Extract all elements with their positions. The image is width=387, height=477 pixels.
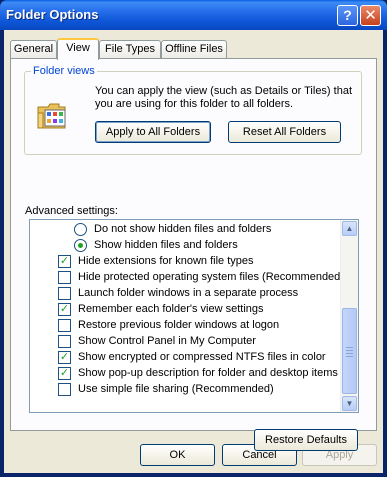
help-button[interactable]: ? [337,5,358,26]
checkbox[interactable] [58,271,71,284]
window-title: Folder Options [6,7,99,22]
chevron-up-icon: ▲ [345,224,354,233]
grip-line [346,353,353,354]
scroll-down-button[interactable]: ▼ [342,396,357,411]
checkbox-checked[interactable]: ✓ [58,303,71,316]
folder-views-icon [37,100,69,130]
tab-file-types[interactable]: File Types [99,40,161,58]
grip-line [346,350,353,351]
tab-file-types-label: File Types [105,43,155,55]
view-tab-page: Folder views You can apply the view (suc… [10,58,377,451]
list-item-label: Hide extensions for known file types [78,255,254,267]
radio-button[interactable] [74,223,87,236]
list-item-label: Remember each folder's view settings [78,303,264,315]
folder-options-window: Folder Options ? ✕ General View File Typ… [0,0,387,477]
grip-line [346,347,353,348]
radio-button-selected[interactable] [74,239,87,252]
grip-line [346,356,353,357]
scrollbar-thumb[interactable] [342,308,357,394]
tab-general-label: General [13,43,54,55]
radio-dot-icon [78,243,83,248]
question-mark-icon: ? [343,7,352,23]
scroll-up-button[interactable]: ▲ [342,221,357,236]
close-button[interactable]: ✕ [360,5,381,26]
list-item-label: Show pop-up description for folder and d… [78,367,338,379]
folder-views-description: You can apply the view (such as Details … [95,85,353,110]
ok-button[interactable]: OK [140,444,215,466]
advanced-settings-label: Advanced settings: [25,205,118,217]
title-bar[interactable]: Folder Options ? ✕ [0,0,387,30]
tab-view[interactable]: View [57,38,99,60]
tab-offline-files[interactable]: Offline Files [161,40,227,58]
vertical-scrollbar[interactable]: ▲ ▼ [340,220,358,412]
reset-all-folders-button[interactable]: Reset All Folders [228,121,341,143]
apply-to-all-folders-button[interactable]: Apply to All Folders [95,121,211,143]
folder-views-legend: Folder views [31,65,97,77]
checkbox-checked[interactable]: ✓ [58,367,71,380]
checkbox[interactable] [58,383,71,396]
list-item-label: Do not show hidden files and folders [94,223,272,235]
list-item-label: Restore previous folder windows at logon [78,319,280,331]
list-item-label: Use simple file sharing (Recommended) [78,383,274,395]
checkbox[interactable] [58,335,71,348]
list-item-label: Show encrypted or compressed NTFS files … [78,351,326,363]
list-item-label: Hide protected operating system files (R… [78,271,344,283]
list-item-label: Launch folder windows in a separate proc… [78,287,299,299]
list-item-label: Show hidden files and folders [94,239,238,251]
tab-view-label: View [66,42,90,54]
checkbox[interactable] [58,319,71,332]
checkbox[interactable] [58,287,71,300]
chevron-down-icon: ▼ [345,399,354,408]
tab-general[interactable]: General [10,40,57,58]
folder-views-group: Folder views You can apply the view (suc… [24,65,362,155]
close-icon: ✕ [364,7,377,24]
restore-defaults-button[interactable]: Restore Defaults [254,429,358,451]
tab-offline-files-label: Offline Files [165,43,223,55]
advanced-settings-list[interactable]: Do not show hidden files and folders Sho… [29,219,359,413]
checkbox-checked[interactable]: ✓ [58,351,71,364]
checkbox-checked[interactable]: ✓ [58,255,71,268]
dialog-body: General View File Types Offline Files Fo… [4,30,383,473]
list-item-label: Show Control Panel in My Computer [78,335,256,347]
